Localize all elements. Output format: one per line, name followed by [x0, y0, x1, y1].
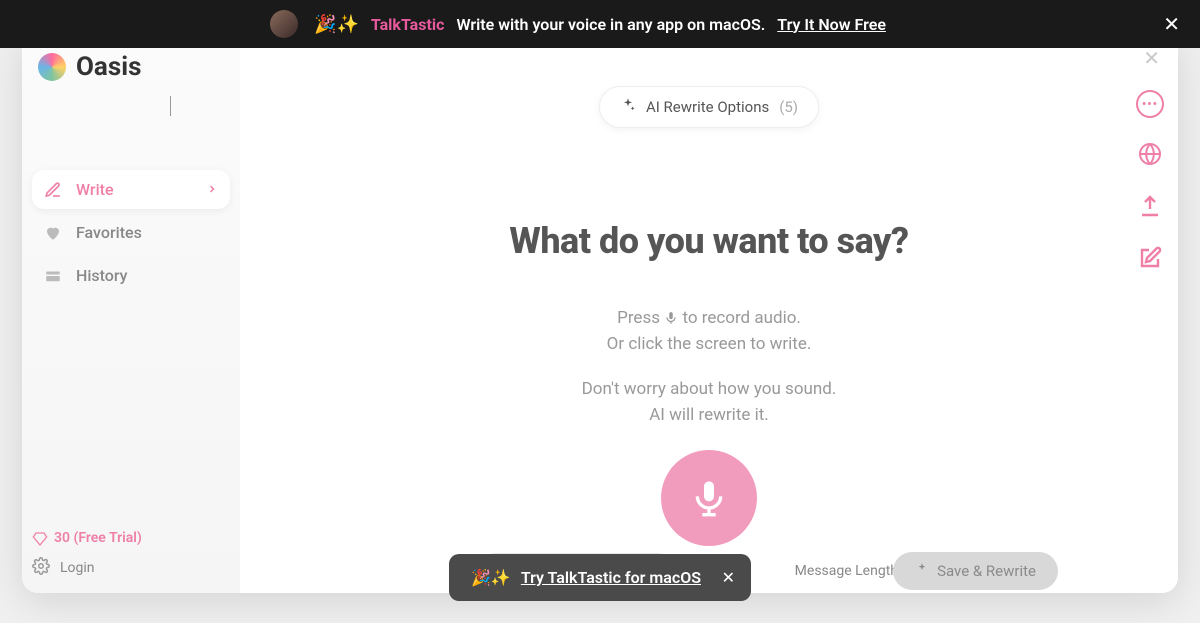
sidebar-item-label: History: [76, 266, 128, 285]
banner-brand: TalkTastic: [371, 15, 445, 34]
gear-icon[interactable]: [32, 557, 50, 579]
banner-close-icon[interactable]: ✕: [1163, 12, 1180, 36]
hint2: Or click the screen to write.: [607, 334, 812, 354]
logo: Oasis: [32, 52, 230, 82]
pill-label: AI Rewrite Options: [646, 98, 769, 116]
text-cursor: [170, 96, 171, 116]
save-rewrite-button[interactable]: Save & Rewrite: [893, 552, 1058, 590]
logo-text: Oasis: [76, 52, 141, 82]
logo-mark-icon: [38, 53, 66, 81]
rewrite-options-pill[interactable]: AI Rewrite Options (5): [599, 86, 819, 128]
pill-count: (5): [779, 98, 798, 116]
settings-row: Login: [32, 557, 230, 579]
banner-cta-link[interactable]: Try It Now Free: [777, 15, 886, 34]
microphone-inline-icon: [664, 311, 678, 325]
compose-hint-2: Don't worry about how you sound. AI will…: [582, 377, 837, 428]
close-icon[interactable]: ✕: [1143, 46, 1160, 70]
globe-icon[interactable]: [1138, 142, 1162, 170]
credits-badge[interactable]: 30 (Free Trial): [32, 529, 230, 547]
avatar: [270, 10, 298, 38]
record-button[interactable]: [661, 450, 757, 546]
diamond-icon: [32, 531, 48, 547]
more-options-icon[interactable]: •••: [1136, 90, 1164, 118]
banner-emoji: 🎉✨: [314, 14, 359, 35]
nav: Write Favorites History: [32, 170, 230, 295]
right-rail: •••: [1136, 90, 1164, 274]
message-length-label: Message Length: [795, 563, 898, 579]
banner-message: Write with your voice in any app on macO…: [456, 15, 765, 34]
chevron-right-icon: [206, 180, 218, 199]
hint1-a: Press: [617, 308, 664, 328]
sparkle-icon: [915, 562, 929, 580]
sidebar: Oasis Write Favorites: [22, 32, 240, 593]
toast-link[interactable]: Try TalkTastic for macOS: [521, 568, 701, 587]
toast-close-icon[interactable]: ✕: [722, 568, 735, 587]
sidebar-item-favorites[interactable]: Favorites: [32, 213, 230, 252]
toast-emoji: 🎉✨: [471, 568, 511, 587]
credits-label: 30 (Free Trial): [54, 529, 142, 547]
save-label: Save & Rewrite: [937, 562, 1036, 580]
microphone-icon: [689, 478, 729, 518]
heart-icon: [44, 224, 62, 242]
edit-icon: [44, 181, 62, 199]
hint3: Don't worry about how you sound.: [582, 379, 837, 399]
toast: 🎉✨ Try TalkTastic for macOS ✕: [449, 554, 751, 601]
sidebar-item-label: Favorites: [76, 223, 142, 242]
sparkle-icon: [620, 97, 636, 117]
app-modal: Oasis Write Favorites: [22, 32, 1178, 593]
folder-icon: [44, 267, 62, 285]
login-link[interactable]: Login: [60, 560, 95, 576]
hint1-b: to record audio.: [682, 308, 800, 328]
main-area[interactable]: ✕ ••• AI Rewrite Options (5) What do you…: [240, 32, 1178, 593]
sidebar-item-label: Write: [76, 180, 114, 199]
compose-headline: What do you want to say?: [509, 220, 908, 262]
upload-icon[interactable]: [1138, 194, 1162, 222]
top-banner: 🎉✨ TalkTastic Write with your voice in a…: [0, 0, 1200, 48]
hint4: AI will rewrite it.: [649, 405, 769, 425]
sidebar-item-write[interactable]: Write: [32, 170, 230, 209]
sidebar-footer: 30 (Free Trial) Login: [32, 529, 230, 579]
sidebar-item-history[interactable]: History: [32, 256, 230, 295]
compose-hint-1: Press to record audio. Or click the scre…: [607, 306, 812, 357]
compose-icon[interactable]: [1138, 246, 1162, 274]
